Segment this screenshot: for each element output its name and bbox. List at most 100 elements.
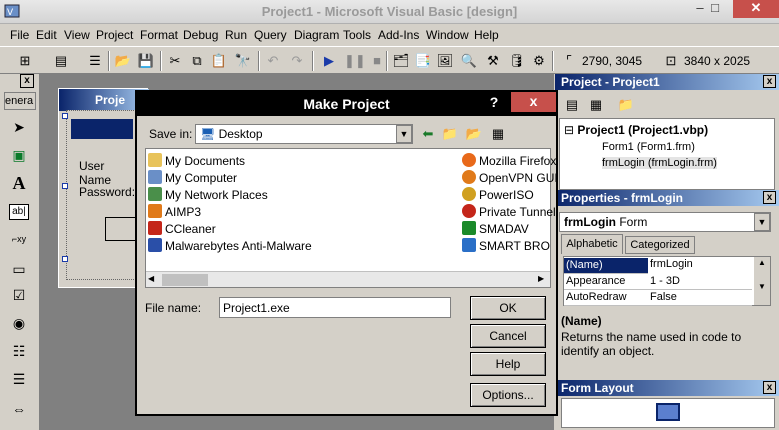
chevron-down-icon[interactable]: ▼ (396, 125, 412, 143)
scroll-left-icon[interactable]: ◀ (148, 274, 154, 283)
list-item[interactable]: SMART BRO (462, 238, 550, 254)
scroll-right-icon[interactable]: ▶ (538, 274, 544, 283)
properties-scrollbar[interactable]: ▲ ▼ (754, 257, 770, 305)
tab-categorized[interactable]: Categorized (625, 236, 695, 254)
component-manager-icon[interactable]: ⚙ (530, 52, 548, 70)
menu-debug[interactable]: Debug (183, 28, 218, 42)
label-tool-icon[interactable]: A (8, 172, 30, 194)
start-icon[interactable]: ▶ (320, 52, 338, 70)
prop-value-name[interactable]: frmLogin (650, 258, 693, 270)
commandbutton-tool-icon[interactable]: ▭ (8, 258, 30, 280)
break-icon[interactable]: ❚❚ (344, 52, 366, 70)
view-code-icon[interactable]: ▤ (563, 96, 581, 114)
dialog-help-button[interactable]: ? (483, 92, 505, 114)
new-folder-icon[interactable]: 📂 (465, 125, 483, 143)
prop-row-appearance[interactable]: Appearance 1 - 3D (564, 274, 752, 290)
checkbox-tool-icon[interactable]: ☑ (8, 284, 30, 306)
data-view-icon[interactable]: 🛢 (508, 52, 526, 70)
tree-item-project1[interactable]: ⊟ Project1 (Project1.vbp) (564, 123, 708, 137)
copy-icon[interactable]: ⧉ (188, 52, 206, 70)
tree-item-form1[interactable]: Form1 (Form1.frm) (602, 141, 695, 153)
project-explorer-icon[interactable]: 🗂 (392, 52, 410, 70)
menu-help[interactable]: Help (474, 28, 499, 42)
back-icon[interactable]: ⬅ (419, 125, 437, 143)
list-item[interactable]: AIMP3 (148, 204, 201, 220)
up-folder-icon[interactable]: 📁 (441, 125, 459, 143)
toggle-folders-icon[interactable]: 📁 (617, 96, 635, 114)
menu-tools[interactable]: Tools (343, 28, 371, 42)
menu-project[interactable]: Project (96, 28, 133, 42)
add-form-icon[interactable]: ▤ (52, 52, 70, 70)
toolbox-icon[interactable]: ⚒ (484, 52, 502, 70)
ok-button[interactable]: OK (470, 296, 546, 320)
object-browser-icon[interactable]: 🔍 (460, 52, 478, 70)
list-item[interactable]: Private Tunnel (462, 204, 556, 220)
form-layout-close-button[interactable]: x (763, 381, 776, 394)
menu-view[interactable]: View (64, 28, 90, 42)
hscroll-tool-icon[interactable]: ⇔ (8, 398, 30, 420)
form-layout-icon[interactable]: 🖼 (436, 52, 454, 70)
redo-icon[interactable]: ↷ (288, 52, 306, 70)
dialog-close-button[interactable]: x (511, 92, 556, 112)
project-explorer-close-button[interactable]: x (763, 75, 776, 88)
end-icon[interactable]: ■ (368, 52, 386, 70)
help-button[interactable]: Help (470, 352, 546, 376)
toolbox-tab-general[interactable]: enera (4, 92, 36, 110)
list-item[interactable]: SMADAV (462, 221, 529, 237)
toolbox-close-button[interactable]: x (20, 74, 34, 88)
list-item[interactable]: My Documents (148, 153, 245, 169)
horizontal-scrollbar[interactable]: ◀ ▶ (146, 271, 550, 287)
tree-item-frmlogin[interactable]: frmLogin (frmLogin.frm) (602, 157, 717, 169)
menu-format[interactable]: Format (140, 28, 178, 42)
paste-icon[interactable]: 📋 (210, 52, 228, 70)
textbox-tool-icon[interactable]: ab| (9, 204, 29, 220)
list-item[interactable]: CCleaner (148, 221, 216, 237)
save-in-select[interactable]: 🖥 Desktop ▼ (195, 124, 413, 144)
options-button[interactable]: Options... (470, 383, 546, 407)
user-name-label[interactable]: User Name (79, 159, 135, 187)
cut-icon[interactable]: ✂ (166, 52, 184, 70)
tab-alphabetic[interactable]: Alphabetic (561, 234, 623, 254)
menu-add-ins[interactable]: Add-Ins (378, 28, 419, 42)
properties-object-select[interactable]: frmLogin Form ▼ (559, 212, 771, 232)
list-item[interactable]: My Network Places (148, 187, 268, 203)
form-layout-monitor-icon[interactable] (656, 403, 680, 421)
pointer-tool-icon[interactable]: ➤ (8, 116, 30, 138)
selection-handle[interactable] (62, 113, 68, 119)
picturebox-tool-icon[interactable]: ▣ (8, 144, 30, 166)
command-button[interactable] (105, 217, 137, 241)
frame-tool-icon[interactable]: ⌐xy (8, 228, 30, 250)
menu-diagram[interactable]: Diagram (294, 28, 339, 42)
menu-file[interactable]: File (10, 28, 29, 42)
optionbutton-tool-icon[interactable]: ◉ (8, 312, 30, 334)
open-project-icon[interactable]: 📂 (114, 52, 132, 70)
menu-query[interactable]: Query (254, 28, 287, 42)
file-name-input[interactable]: Project1.exe (219, 297, 451, 318)
view-menu-icon[interactable]: ▦ (489, 125, 507, 143)
view-object-icon[interactable]: ▦ (587, 96, 605, 114)
menu-editor-icon[interactable]: ☰ (86, 52, 104, 70)
prop-row-autoredraw[interactable]: AutoRedraw False (564, 290, 752, 306)
properties-window-icon[interactable]: 📑 (414, 52, 432, 70)
cancel-button[interactable]: Cancel (470, 324, 546, 348)
undo-icon[interactable]: ↶ (264, 52, 282, 70)
save-project-icon[interactable]: 💾 (137, 52, 155, 70)
list-item[interactable]: My Computer (148, 170, 237, 186)
menu-window[interactable]: Window (426, 28, 469, 42)
menu-run[interactable]: Run (225, 28, 247, 42)
chevron-down-icon[interactable]: ▼ (754, 213, 770, 231)
list-item[interactable]: OpenVPN GUI (462, 170, 558, 186)
password-label[interactable]: Password: (79, 185, 135, 199)
list-item[interactable]: PowerISO (462, 187, 534, 203)
selection-handle[interactable] (62, 256, 68, 262)
menu-edit[interactable]: Edit (36, 28, 57, 42)
prop-row-name[interactable]: (Name) (564, 258, 648, 274)
list-item[interactable]: Mozilla Firefox (462, 153, 556, 169)
scrollbar-thumb[interactable] (162, 274, 208, 286)
maximize-button[interactable]: □ (700, 0, 730, 18)
properties-close-button[interactable]: x (763, 191, 776, 204)
list-item[interactable]: Malwarebytes Anti-Malware (148, 238, 312, 254)
add-project-icon[interactable]: ⊞ (16, 52, 34, 70)
combobox-tool-icon[interactable]: ☷ (8, 340, 30, 362)
listbox-tool-icon[interactable]: ☰ (8, 368, 30, 390)
